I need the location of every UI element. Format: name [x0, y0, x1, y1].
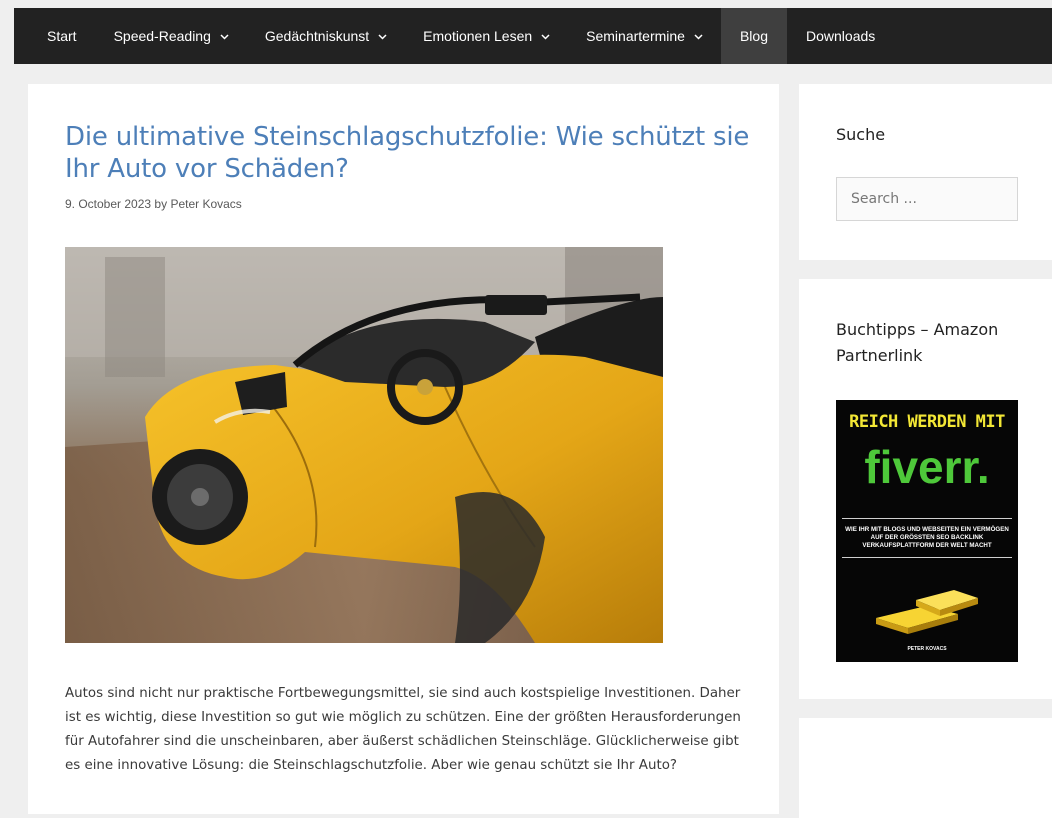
nav-label: Gedächtniskunst	[264, 28, 370, 44]
nav-label: Emotionen Lesen	[423, 28, 533, 44]
nav-label: Speed-Reading	[113, 28, 211, 44]
book-brand: fiverr.	[864, 441, 990, 493]
article-meta: 9. October 2023 by Peter Kovacs	[65, 197, 242, 211]
chevron-down-icon	[541, 32, 550, 41]
nav-label: Seminartermine	[586, 28, 685, 44]
nav-item-start[interactable]: Start	[14, 8, 96, 64]
chevron-down-icon	[220, 32, 229, 41]
book-author: PETER KOVACS	[907, 646, 947, 652]
nav-item-emotionen-lesen[interactable]: Emotionen Lesen	[405, 8, 568, 64]
article-card: Die ultimative Steinschlagschutzfolie: W…	[28, 84, 779, 814]
article-by: by	[154, 197, 168, 211]
article-featured-image	[65, 247, 663, 643]
nav-item-speed-reading[interactable]: Speed-Reading	[96, 8, 247, 64]
search-widget-title: Suche	[836, 125, 886, 144]
article-excerpt: Autos sind nicht nur praktische Fortbewe…	[65, 686, 741, 773]
yellow-convertible-car-photo-icon	[65, 247, 663, 643]
chevron-down-icon	[694, 32, 703, 41]
chevron-down-icon	[378, 32, 387, 41]
book-headline: REICH WERDEN MIT	[849, 412, 1005, 432]
gold-bars-icon	[876, 590, 978, 634]
sidebar-widget-empty	[799, 718, 1052, 818]
nav-label: Blog	[739, 28, 768, 44]
article-author[interactable]: Peter Kovacs	[170, 197, 241, 211]
nav-label: Downloads	[806, 28, 876, 44]
nav-item-blog[interactable]: Blog	[720, 8, 787, 64]
article-date[interactable]: 9. October 2023	[65, 197, 151, 211]
nav-item-seminartermine[interactable]: Seminartermine	[568, 8, 721, 64]
search-input[interactable]	[836, 177, 1018, 221]
article-title[interactable]: Die ultimative Steinschlagschutzfolie: W…	[65, 121, 755, 185]
nav-label: Start	[47, 28, 77, 44]
nav-item-downloads[interactable]: Downloads	[787, 8, 894, 64]
nav-menu: Start Speed-Reading Gedächtniskunst Emot…	[14, 8, 1052, 64]
main-navigation: Start Speed-Reading Gedächtniskunst Emot…	[14, 8, 1052, 64]
book-cover-link[interactable]: REICH WERDEN MIT fiverr. WIE IHR MIT BLO…	[836, 400, 1018, 662]
book-tips-widget: Buchtipps – Amazon Partnerlink REICH WER…	[799, 279, 1052, 699]
book-subtitle: WIE IHR MIT BLOGS UND WEBSEITEN EIN VERM…	[842, 518, 1012, 558]
nav-item-gedaechtniskunst[interactable]: Gedächtniskunst	[247, 8, 405, 64]
search-widget: Suche	[799, 84, 1052, 260]
book-tips-title: Buchtipps – Amazon Partnerlink	[836, 320, 999, 365]
